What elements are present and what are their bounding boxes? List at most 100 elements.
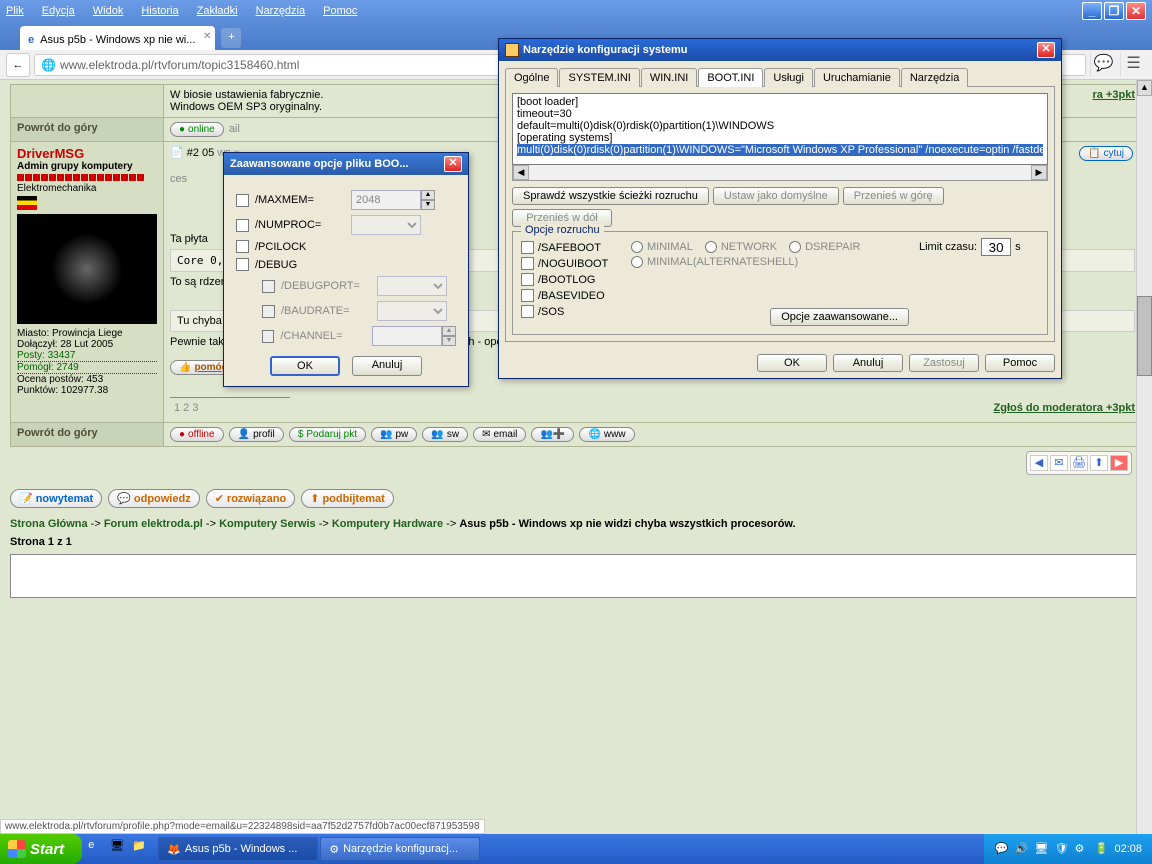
msconfig-cancel-button[interactable]: Anuluj bbox=[833, 354, 903, 372]
sw-badge[interactable]: 👥 sw bbox=[422, 427, 468, 442]
ql-desktop-icon[interactable]: 🖥 bbox=[110, 839, 130, 859]
maxmem-input[interactable] bbox=[351, 190, 421, 210]
crumb-serwis[interactable]: Komputery Serwis bbox=[219, 518, 316, 530]
bootini-selected-line[interactable]: multi(0)disk(0)rdisk(0)partition(1)\WIND… bbox=[517, 144, 1043, 156]
tab-close-icon[interactable]: ✕ bbox=[203, 31, 211, 42]
online-badge[interactable]: ● online bbox=[170, 122, 224, 137]
addfriend-badge[interactable]: 👥➕ bbox=[531, 427, 574, 442]
crumb-hw[interactable]: Komputery Hardware bbox=[332, 518, 443, 530]
menu-history[interactable]: Historia bbox=[141, 5, 178, 17]
menu-tools[interactable]: Narzędzia bbox=[256, 5, 306, 17]
advdlg-close-button[interactable]: ✕ bbox=[444, 156, 462, 172]
quote-button[interactable]: 📋 cytuj bbox=[1079, 146, 1133, 161]
solved-button[interactable]: ✔ rozwiązano bbox=[206, 489, 296, 508]
system-tray[interactable]: 💬 🔊 🖥 🛡 ⚙ 🔋 02:08 bbox=[984, 834, 1152, 864]
next-icon[interactable]: ▶ bbox=[1110, 455, 1128, 471]
report-link[interactable]: Zgłoś do moderatora +3pkt bbox=[994, 402, 1136, 414]
pcilock-checkbox[interactable] bbox=[236, 240, 249, 253]
scroll-track[interactable] bbox=[529, 165, 1031, 180]
maxmem-checkbox[interactable] bbox=[236, 194, 249, 207]
chat-icon[interactable]: 💬 bbox=[1090, 53, 1116, 77]
crumb-forum[interactable]: Forum elektroda.pl bbox=[104, 518, 203, 530]
bump-button[interactable]: ⬆ podbijtemat bbox=[301, 489, 394, 508]
menu-file[interactable]: Plik bbox=[6, 5, 24, 17]
maxmem-spinner[interactable]: ▲▼ bbox=[421, 190, 435, 210]
info-posty[interactable]: Posty: 33437 bbox=[17, 350, 157, 362]
msconfig-close-button[interactable]: ✕ bbox=[1037, 42, 1055, 58]
browser-tab[interactable]: e Asus p5b - Windows xp nie wi... ✕ bbox=[20, 26, 215, 50]
numproc-select[interactable] bbox=[351, 215, 421, 235]
msconfig-ok-button[interactable]: OK bbox=[757, 354, 827, 372]
mail-icon[interactable]: ✉ bbox=[1050, 455, 1068, 471]
msconfig-titlebar[interactable]: Narzędzie konfiguracji systemu ✕ bbox=[499, 39, 1061, 61]
sos-checkbox[interactable] bbox=[521, 305, 534, 318]
taskbar-msconfig[interactable]: ⚙Narzędzie konfiguracj... bbox=[320, 837, 480, 861]
browser-menubar[interactable]: Plik Edycja Widok Historia Zakładki Narz… bbox=[0, 0, 1152, 22]
window-close-button[interactable]: ✕ bbox=[1126, 2, 1146, 20]
tray-icon-1[interactable]: 💬 bbox=[994, 842, 1008, 856]
email-badge[interactable]: ✉ email bbox=[473, 427, 526, 442]
top-right-link[interactable]: ra +3pkt bbox=[1093, 89, 1136, 101]
check-paths-button[interactable]: Sprawdź wszystkie ścieżki rozruchu bbox=[512, 187, 709, 205]
prev-icon[interactable]: ◀ bbox=[1030, 455, 1048, 471]
msconfig-help-button[interactable]: Pomoc bbox=[985, 354, 1055, 372]
minimize-button[interactable]: _ bbox=[1082, 2, 1102, 20]
menu-edit[interactable]: Edycja bbox=[42, 5, 75, 17]
bootini-textbox[interactable]: [boot loader] timeout=30 default=multi(0… bbox=[512, 93, 1048, 165]
tray-icon-3[interactable]: 🖥 bbox=[1034, 842, 1048, 856]
menu-bookmarks[interactable]: Zakładki bbox=[197, 5, 238, 17]
signature-pages[interactable]: 1 2 3 bbox=[170, 398, 202, 418]
pw-badge[interactable]: 👥 pw bbox=[371, 427, 417, 442]
ql-ie-icon[interactable]: e bbox=[88, 839, 108, 859]
info-pomogl[interactable]: Pomógł: 2749 bbox=[17, 362, 157, 374]
scroll-right-icon[interactable]: ▶ bbox=[1031, 165, 1047, 180]
crumb-home[interactable]: Strona Główna bbox=[10, 518, 88, 530]
www-badge[interactable]: 🌐 www bbox=[579, 427, 634, 442]
tray-icon-6[interactable]: 🔋 bbox=[1094, 842, 1108, 856]
tab-winini[interactable]: WIN.INI bbox=[641, 68, 698, 87]
tray-icon-5[interactable]: ⚙ bbox=[1074, 842, 1088, 856]
maximize-button[interactable]: ❐ bbox=[1104, 2, 1124, 20]
safeboot-checkbox[interactable] bbox=[521, 241, 534, 254]
tab-uruchamianie[interactable]: Uruchamianie bbox=[814, 68, 900, 87]
reply-button[interactable]: 💬 odpowiedz bbox=[108, 489, 200, 508]
tab-uslugi[interactable]: Usługi bbox=[764, 68, 813, 87]
print-icon[interactable]: 🖨 bbox=[1070, 455, 1088, 471]
bootlog-checkbox[interactable] bbox=[521, 273, 534, 286]
advdlg-cancel-button[interactable]: Anuluj bbox=[352, 356, 422, 376]
advanced-options-button[interactable]: Opcje zaawansowane... bbox=[770, 308, 909, 326]
tab-bootini[interactable]: BOOT.INI bbox=[698, 68, 763, 87]
taskbar-firefox[interactable]: 🦊Asus p5b - Windows ... bbox=[158, 837, 318, 861]
back-to-top-2[interactable]: Powrót do góry bbox=[11, 423, 164, 447]
post2-username[interactable]: DriverMSG bbox=[17, 146, 157, 161]
back-to-top-1[interactable]: Powrót do góry bbox=[11, 118, 164, 142]
page-scrollbar[interactable]: ▲ bbox=[1136, 80, 1152, 834]
up-icon[interactable]: ⬆ bbox=[1090, 455, 1108, 471]
clock[interactable]: 02:08 bbox=[1114, 843, 1142, 855]
numproc-checkbox[interactable] bbox=[236, 219, 249, 232]
profil-badge[interactable]: 👤 profil bbox=[229, 427, 284, 442]
tab-ogolne[interactable]: Ogólne bbox=[505, 68, 558, 87]
menu-icon[interactable]: ☰ bbox=[1120, 53, 1146, 77]
ql-folder-icon[interactable]: 📁 bbox=[132, 839, 152, 859]
quick-reply-box[interactable] bbox=[10, 554, 1142, 598]
menu-help[interactable]: Pomoc bbox=[323, 5, 357, 17]
basevideo-checkbox[interactable] bbox=[521, 289, 534, 302]
tab-systemini[interactable]: SYSTEM.INI bbox=[559, 68, 639, 87]
new-tab-button[interactable]: + bbox=[221, 28, 241, 48]
advdlg-ok-button[interactable]: OK bbox=[270, 356, 340, 376]
menu-view[interactable]: Widok bbox=[93, 5, 124, 17]
h-scrollbar[interactable]: ◀ ▶ bbox=[512, 165, 1048, 181]
scroll-up-icon[interactable]: ▲ bbox=[1137, 80, 1152, 96]
tray-icon-4[interactable]: 🛡 bbox=[1054, 842, 1068, 856]
tray-icon-2[interactable]: 🔊 bbox=[1014, 842, 1028, 856]
noguiboot-checkbox[interactable] bbox=[521, 257, 534, 270]
advdlg-titlebar[interactable]: Zaawansowane opcje pliku BOO... ✕ bbox=[224, 153, 468, 175]
podaruj-badge[interactable]: $ Podaruj pkt bbox=[289, 427, 366, 442]
tab-narzedzia[interactable]: Narzędzia bbox=[901, 68, 969, 87]
newtopic-button[interactable]: 📝 nowytemat bbox=[10, 489, 102, 508]
back-button[interactable]: ← bbox=[6, 53, 30, 77]
start-button[interactable]: Start bbox=[0, 834, 82, 864]
time-limit-input[interactable] bbox=[981, 238, 1011, 256]
scroll-thumb[interactable] bbox=[1137, 296, 1152, 376]
